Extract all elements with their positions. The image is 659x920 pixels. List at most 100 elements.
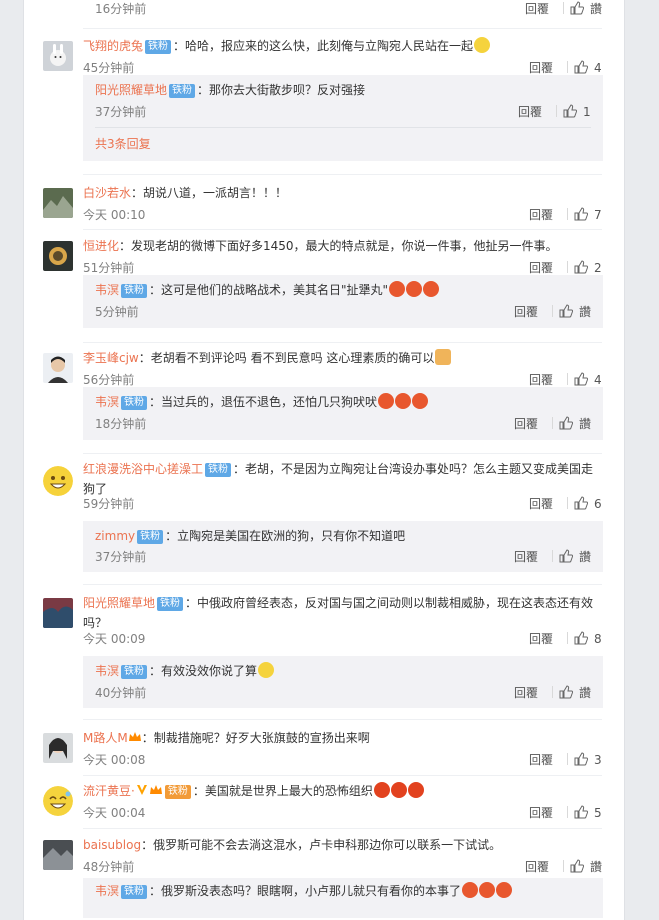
thumbs-up-icon[interactable] — [574, 752, 588, 766]
avatar[interactable] — [43, 840, 73, 870]
laughing-emoji-icon — [395, 393, 412, 409]
avatar[interactable] — [43, 598, 73, 628]
like-count: 7 — [594, 208, 602, 222]
reply-button[interactable]: 回覆 — [529, 803, 553, 823]
thumbs-up-icon[interactable] — [570, 1, 584, 15]
reply-button[interactable]: 回覆 — [514, 302, 538, 322]
avatar[interactable] — [43, 786, 73, 816]
username-link[interactable]: 韦溟 — [95, 395, 119, 409]
reply-actions: 回覆 讚 — [514, 414, 591, 434]
comment-time: 48分钟前 — [83, 860, 135, 874]
like-count: 6 — [594, 497, 602, 511]
like-label: 讚 — [578, 550, 591, 564]
like-count: 5 — [594, 806, 602, 820]
thumbs-up-icon[interactable] — [574, 631, 588, 645]
verified-v-icon — [136, 785, 147, 795]
thumbs-up-icon[interactable] — [574, 260, 588, 274]
reply-actions: 回覆 讚 — [514, 302, 591, 322]
thumbs-up-icon[interactable] — [570, 859, 584, 873]
reply-button[interactable]: 回覆 — [529, 494, 553, 514]
comment-panel: 16分钟前 回覆讚 飞翔的虎兔 铁粉 ：哈哈，报应来的这么快，此刻俺与立陶宛人民站在… — [23, 0, 625, 920]
comment-actions: 回覆 3 — [529, 750, 602, 770]
laughing-emoji-icon — [479, 882, 496, 898]
comment-text: ：俄罗斯可能不会去淌这混水，卢卡申科那边你可以联系一下试试。 — [141, 838, 502, 852]
comment-actions: 回覆 7 — [529, 205, 602, 225]
reply-button[interactable]: 回覆 — [529, 205, 553, 225]
username-link[interactable]: 韦溟 — [95, 283, 119, 297]
reply-time: 18分钟前 — [95, 417, 147, 431]
laughing-emoji-icon — [423, 281, 440, 297]
thumbs-up-icon[interactable] — [574, 805, 588, 819]
reply-time: 37分钟前 — [95, 550, 147, 564]
fan-badge: 铁粉 — [121, 284, 148, 298]
thumbs-up-icon[interactable] — [574, 60, 588, 74]
reply-button[interactable]: 回覆 — [525, 0, 549, 19]
emoji-icon — [474, 37, 491, 53]
username-link[interactable]: 阳光照耀草地 — [95, 83, 167, 97]
reply-actions: 回覆 1 — [518, 102, 591, 122]
thumbs-up-icon[interactable] — [574, 372, 588, 386]
comment-actions: 回覆 讚 — [525, 857, 602, 877]
avatar[interactable] — [43, 188, 73, 218]
username-link[interactable]: 韦溟 — [95, 664, 119, 678]
fan-badge: 铁粉 — [121, 885, 148, 899]
reply-button[interactable]: 回覆 — [514, 683, 538, 703]
reply-button[interactable]: 回覆 — [529, 629, 553, 649]
fan-badge: 铁粉 — [121, 665, 148, 679]
like-count: 1 — [583, 105, 591, 119]
reply-button[interactable]: 回覆 — [518, 102, 542, 122]
username-link[interactable]: zimmy — [95, 529, 135, 543]
username-link[interactable]: 红浪漫洗浴中心搓澡工 — [83, 462, 203, 476]
crown-icon — [149, 785, 162, 794]
sub-reply-box: 韦溟 铁粉 ：有效没效你说了算 40分钟前 回覆 讚 — [83, 656, 603, 708]
laughing-emoji-icon — [462, 882, 479, 898]
sub-reply-box: 韦溟 铁粉 ：这可是他们的战略战术，美其名日"扯犟丸" 5分钟前 回覆 讚 — [83, 275, 603, 328]
thumbs-up-icon[interactable] — [559, 416, 573, 430]
username-link[interactable]: 恒进化 — [83, 239, 119, 253]
thumbs-up-emoji-icon — [435, 349, 452, 365]
avatar[interactable] — [43, 353, 73, 383]
comment-time: 51分钟前 — [83, 261, 135, 275]
comment-time: 16分钟前 — [95, 2, 147, 16]
more-replies-link[interactable]: 共3条回复 — [95, 135, 151, 152]
thumbs-up-icon[interactable] — [563, 104, 577, 118]
like-label: 讚 — [578, 305, 591, 319]
reply-time: 37分钟前 — [95, 105, 147, 119]
laughing-emoji-icon — [406, 281, 423, 297]
laughing-emoji-icon — [389, 281, 406, 297]
reply-button[interactable]: 回覆 — [525, 857, 549, 877]
comment-actions: 回覆 6 — [529, 494, 602, 514]
username-link[interactable]: 韦溟 — [95, 884, 119, 898]
fan-badge: 铁粉 — [164, 785, 191, 799]
reply-button[interactable]: 回覆 — [529, 750, 553, 770]
username-link[interactable]: 阳光照耀草地 — [83, 596, 155, 610]
comment-text: ：发现老胡的微博下面好多1450，最大的特点就是，你说一件事，他扯另一件事。 — [119, 239, 558, 253]
avatar[interactable] — [43, 733, 73, 763]
thumbs-up-icon[interactable] — [574, 207, 588, 221]
angry-emoji-icon — [407, 782, 424, 798]
username-link[interactable]: M路人M — [83, 731, 128, 745]
username-link[interactable]: 流汗黄豆· — [83, 784, 135, 798]
thumbs-up-icon[interactable] — [559, 549, 573, 563]
username-link[interactable]: 李玉峰cjw — [83, 351, 139, 365]
avatar[interactable] — [43, 241, 73, 271]
username-link[interactable]: 飞翔的虎兔 — [83, 39, 143, 53]
reply-button[interactable]: 回覆 — [514, 547, 538, 567]
avatar[interactable] — [43, 466, 73, 496]
comment-text: ：老胡看不到评论吗 看不到民意吗 这心理素质的确可以 — [138, 351, 435, 365]
thumbs-up-icon[interactable] — [574, 496, 588, 510]
comment-text: ：制裁措施呢？好歹大张旗鼓的宣扬出来啊 — [141, 731, 370, 745]
avatar[interactable] — [43, 41, 73, 71]
sub-reply-box: 韦溟 铁粉 ：俄罗斯没表态吗？眼瞎啊，小卢那儿就只有看你的本事了 — [83, 878, 603, 918]
reply-text: ：有效没效你说了算 — [149, 664, 258, 678]
reply-button[interactable]: 回覆 — [514, 414, 538, 434]
thumbs-up-icon[interactable] — [559, 304, 573, 318]
reply-text: ：当过兵的，退伍不退色，还怕几只狗吠吠 — [149, 395, 378, 409]
fan-badge: 铁粉 — [169, 84, 196, 98]
thumbs-up-icon[interactable] — [559, 685, 573, 699]
username-link[interactable]: baisublog — [83, 838, 141, 852]
comment-actions: 回覆 讚 — [525, 0, 602, 19]
username-link[interactable]: 白沙若水 — [83, 186, 131, 200]
sub-reply-box: 韦溟 铁粉 ：当过兵的，退伍不退色，还怕几只狗吠吠 18分钟前 回覆 讚 — [83, 387, 603, 440]
like-count: 3 — [594, 753, 602, 767]
